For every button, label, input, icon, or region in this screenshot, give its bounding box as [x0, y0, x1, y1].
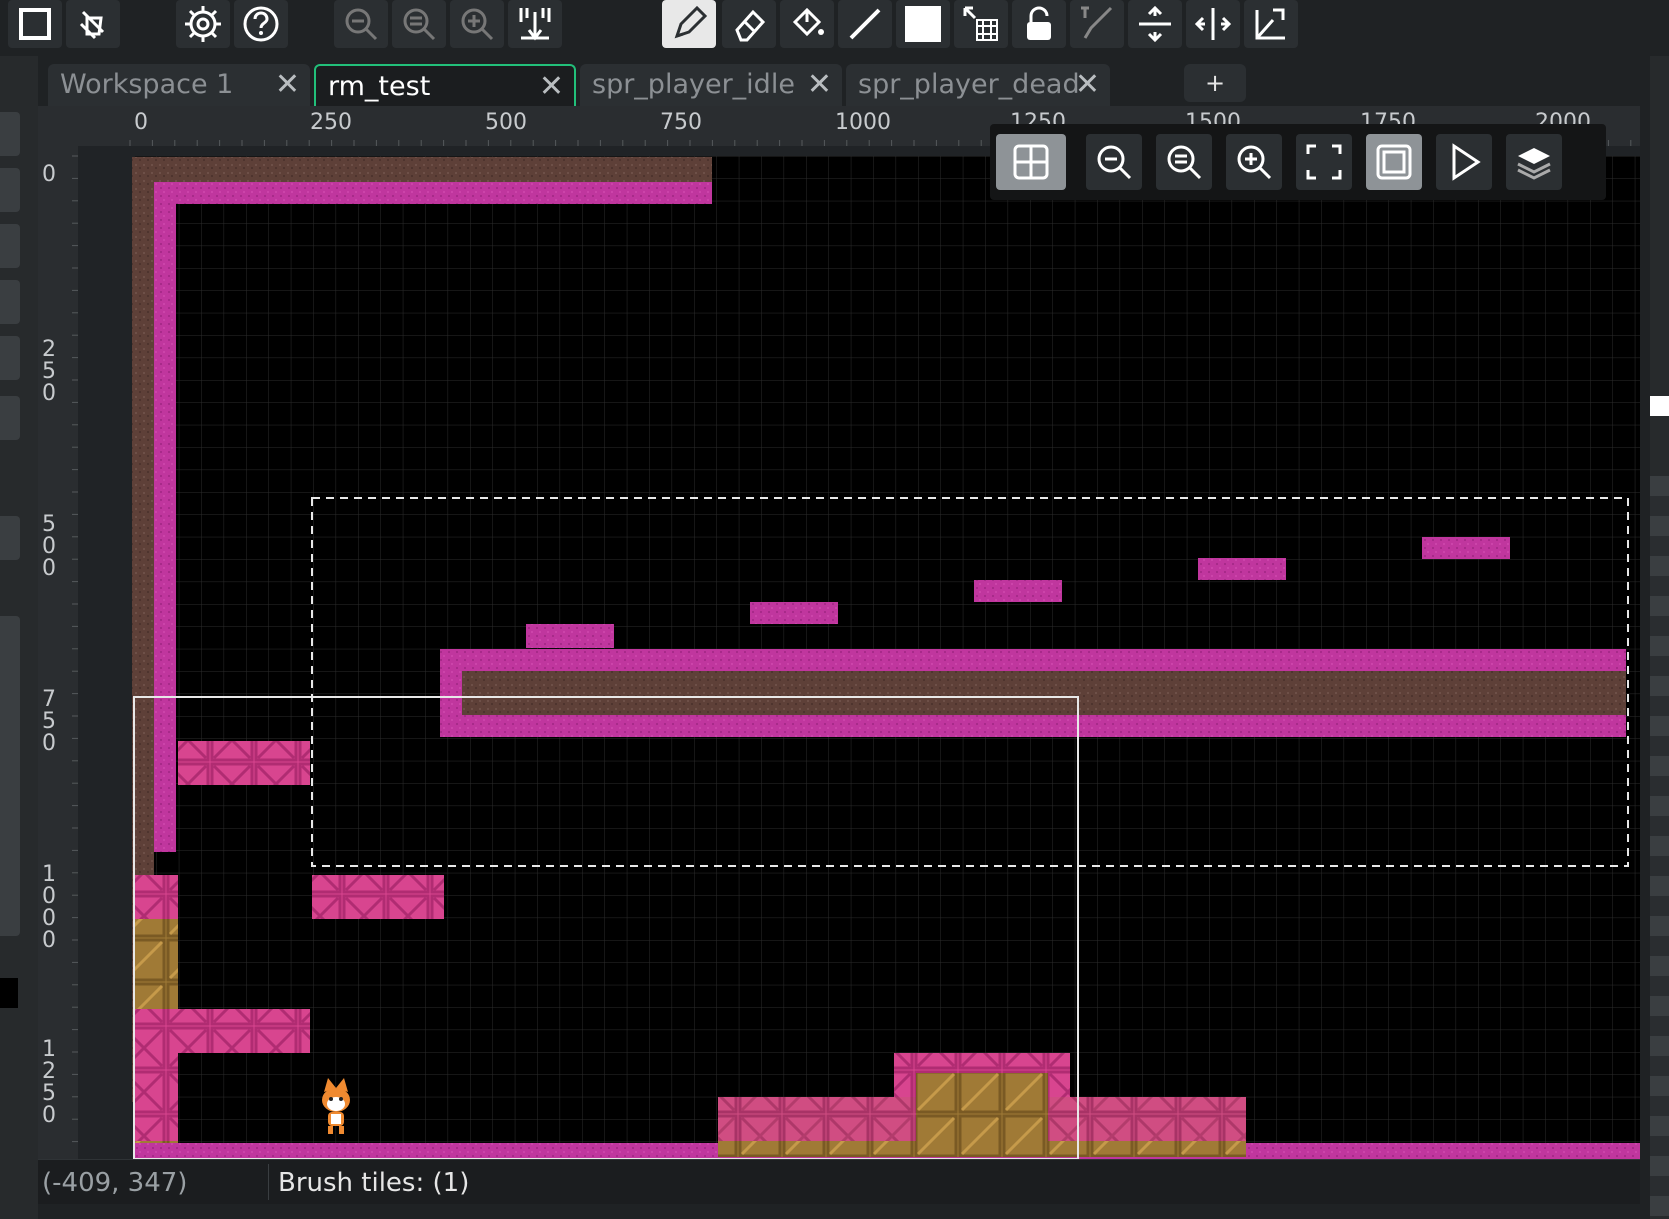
ruler-label: 250	[310, 110, 352, 135]
main-toolbar	[0, 0, 1669, 56]
tile-step	[1198, 558, 1286, 580]
right-panel-strip	[1650, 56, 1669, 1219]
add-layer-icon[interactable]	[0, 516, 20, 560]
tab-bar: Workspace 1 ✕ rm_test ✕ spr_player_idle …	[38, 56, 1650, 106]
crate-block	[916, 1073, 1048, 1141]
ruler-label: 1000	[42, 862, 56, 953]
ruler-label: 500	[485, 110, 527, 135]
layers-icon[interactable]	[1506, 134, 1562, 190]
close-icon[interactable]: ✕	[807, 64, 832, 106]
tile-step	[974, 580, 1062, 602]
help-icon[interactable]	[234, 0, 288, 48]
view-toolbar	[990, 124, 1606, 200]
grid-toggle-icon[interactable]	[996, 134, 1066, 190]
layer-toggle[interactable]	[0, 280, 20, 324]
brush-info: Brush tiles: (1)	[278, 1168, 470, 1198]
tile-wall	[154, 182, 176, 852]
tab-label: spr_player_dead	[858, 69, 1080, 100]
zoom-in-icon[interactable]	[450, 0, 504, 48]
ruler-label: 250	[42, 337, 56, 406]
tab-label: Workspace 1	[60, 69, 234, 100]
clear-brush-icon[interactable]	[66, 0, 120, 48]
grid-snap-icon[interactable]	[508, 0, 562, 48]
zoom-reset-icon[interactable]	[1156, 134, 1212, 190]
ruler-label: 1000	[835, 110, 891, 135]
crate	[134, 1097, 178, 1141]
tile-step	[750, 602, 838, 624]
tab-rm-test[interactable]: rm_test ✕	[314, 64, 576, 106]
tile-step	[526, 624, 614, 648]
divider	[268, 1164, 269, 1200]
zoom-out-icon[interactable]	[334, 0, 388, 48]
ruler-label: 500	[42, 512, 56, 581]
crate-row	[178, 741, 310, 785]
tab-workspace[interactable]: Workspace 1 ✕	[48, 64, 310, 106]
layer-toggle[interactable]	[0, 396, 20, 440]
zoom-out-icon[interactable]	[1086, 134, 1142, 190]
scrollbar[interactable]	[1650, 476, 1669, 1216]
ruler-label: 1250	[42, 1037, 56, 1128]
status-bar: (-409, 347) Brush tiles: (1)	[38, 1159, 1640, 1204]
flip-horizontal-icon[interactable]	[1186, 0, 1240, 48]
crate	[134, 875, 178, 919]
lock-icon[interactable]	[1012, 0, 1066, 48]
zoom-reset-icon[interactable]	[392, 0, 446, 48]
layer-toggle[interactable]	[0, 224, 20, 268]
new-room-icon[interactable]	[8, 0, 62, 48]
ruler-vertical: 0 250 500 750 1000 1250	[38, 146, 78, 1159]
play-icon[interactable]	[1436, 134, 1492, 190]
tile-step	[1422, 537, 1510, 559]
cursor-coordinates: (-409, 347)	[42, 1168, 188, 1198]
zoom-in-icon[interactable]	[1226, 134, 1282, 190]
tile-wall	[154, 182, 712, 204]
eraser-icon[interactable]	[722, 0, 776, 48]
view-bounds-icon[interactable]	[1366, 134, 1422, 190]
tab-spr-player-idle[interactable]: spr_player_idle ✕	[580, 64, 842, 106]
tab-label: spr_player_idle	[592, 69, 795, 100]
crate-row	[178, 1009, 310, 1053]
tab-spr-player-dead[interactable]: spr_player_dead ✕	[846, 64, 1110, 106]
ruler-label: 750	[660, 110, 702, 135]
color-swatch[interactable]	[0, 978, 18, 1008]
crate	[134, 1053, 178, 1097]
fit-room-icon[interactable]	[1296, 134, 1352, 190]
layer-toggle[interactable]	[0, 112, 20, 156]
layer-toggle[interactable]	[0, 168, 20, 212]
line-icon[interactable]	[838, 0, 892, 48]
layer-toggle[interactable]	[0, 336, 20, 380]
settings-icon[interactable]	[176, 0, 230, 48]
pencil-icon[interactable]	[662, 0, 716, 48]
room-canvas[interactable]	[78, 146, 1640, 1159]
layer-panel-strip	[0, 56, 38, 1219]
ruler-label: 750	[42, 687, 56, 756]
flip-vertical-icon[interactable]	[1128, 0, 1182, 48]
crate-row	[312, 875, 444, 919]
tab-label: rm_test	[328, 71, 431, 102]
crate	[134, 1009, 178, 1053]
brush-picker-icon[interactable]	[1070, 0, 1124, 48]
close-icon[interactable]: ✕	[539, 66, 564, 108]
add-tab-button[interactable]: +	[1184, 64, 1246, 102]
select-tiles-icon[interactable]	[954, 0, 1008, 48]
tile-wall	[132, 157, 712, 182]
close-icon[interactable]: ✕	[1075, 64, 1100, 106]
scrollbar[interactable]	[0, 616, 20, 936]
ruler-corner	[38, 106, 78, 146]
ruler-label: 0	[134, 110, 148, 135]
rotate-icon[interactable]	[1244, 0, 1298, 48]
rectangle-icon[interactable]	[896, 0, 950, 48]
transparency-swatch[interactable]	[1650, 396, 1669, 416]
tile-platform	[462, 671, 1626, 715]
close-icon[interactable]: ✕	[275, 64, 300, 106]
ruler-label: 0	[42, 162, 56, 187]
fill-bucket-icon[interactable]	[780, 0, 834, 48]
